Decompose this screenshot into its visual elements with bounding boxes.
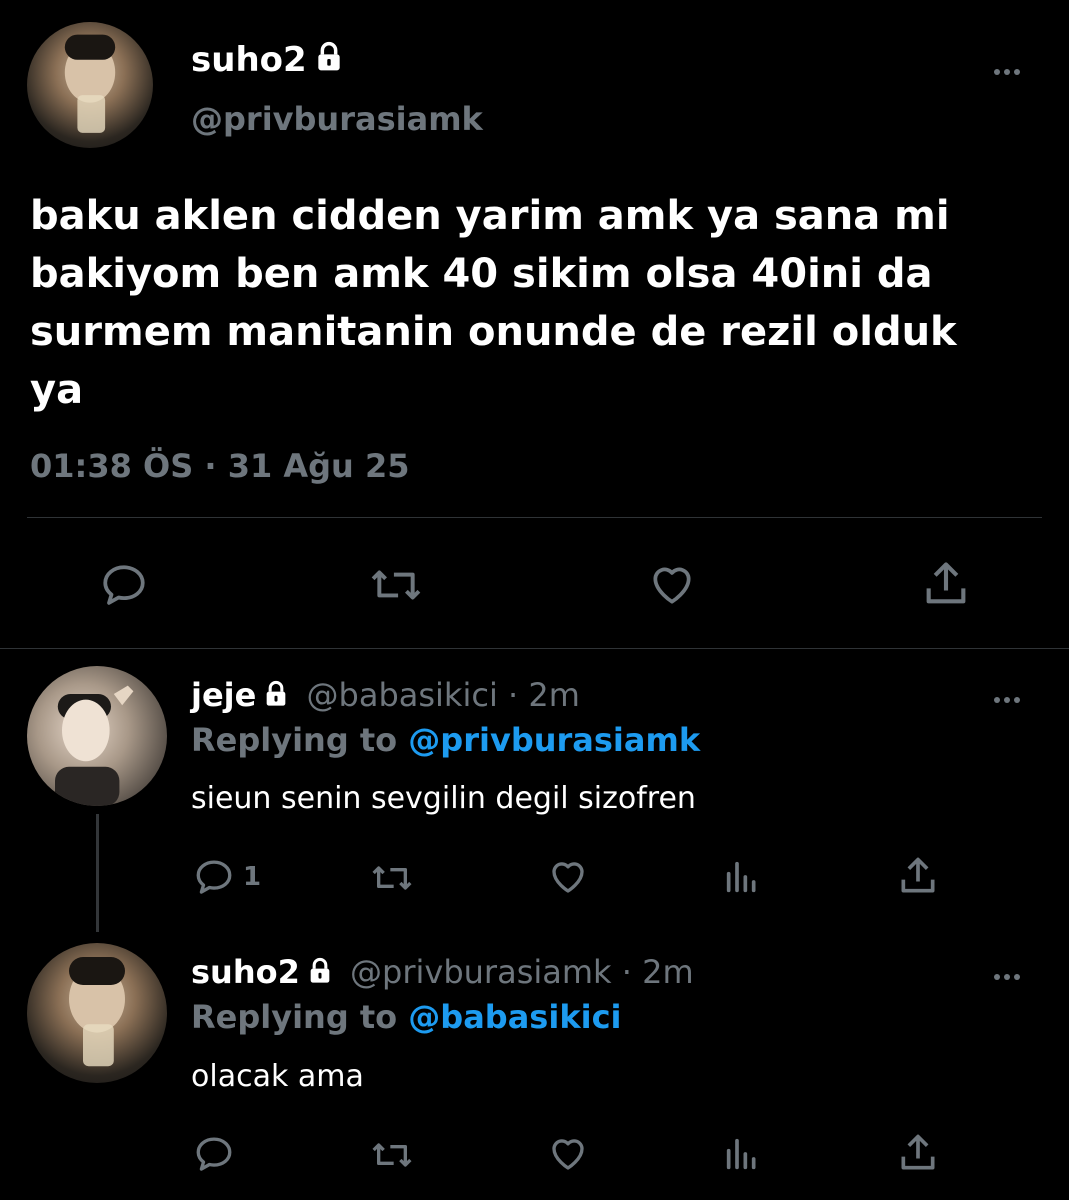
retweet-icon <box>372 1143 412 1167</box>
more-icon[interactable] <box>992 60 1022 79</box>
share-icon <box>926 562 966 604</box>
reply-time: 2m <box>528 676 580 714</box>
retweet-button[interactable] <box>366 560 426 610</box>
like-button[interactable] <box>546 856 590 898</box>
like-button[interactable] <box>546 1133 590 1175</box>
retweet-button[interactable] <box>367 1135 417 1175</box>
retweet-icon <box>372 866 412 890</box>
share-icon <box>901 857 935 893</box>
heart-icon <box>552 862 584 893</box>
separator: · <box>508 676 519 714</box>
lock-icon <box>313 40 345 84</box>
share-icon <box>901 1134 935 1170</box>
mention-link[interactable]: @babasikici <box>408 998 621 1036</box>
tweet-time: 01:38 ÖS <box>30 447 194 485</box>
tweet-text: baku aklen cidden yarim amk ya sana mi b… <box>30 187 957 419</box>
reply2-header[interactable]: suho2 @privburasiamk · 2m <box>191 950 694 996</box>
handle[interactable]: @privburasiamk <box>350 953 612 991</box>
tweet-timestamp[interactable]: 01:38 ÖS · 31 Ağu 25 <box>30 446 409 486</box>
reply-button[interactable]: 1 <box>193 856 261 898</box>
analytics-button[interactable] <box>722 1133 762 1175</box>
replying-to: Replying to @babasikici <box>191 995 622 1039</box>
heart-icon <box>552 1139 584 1170</box>
tweet-date: 31 Ağu 25 <box>227 447 410 485</box>
separator: · <box>204 447 217 485</box>
tweet-text-line: bakiyom ben amk 40 sikim olsa 40ini da <box>30 251 933 297</box>
reply-icon <box>196 1137 232 1171</box>
more-icon[interactable] <box>992 688 1022 707</box>
tweet-text-line: ya <box>30 367 84 413</box>
more-icon[interactable] <box>992 965 1022 984</box>
avatar-suho2[interactable] <box>27 22 153 148</box>
separator: · <box>621 953 632 991</box>
reply-text: sieun senin sevgilin degil sizofren <box>191 781 696 816</box>
reply-icon <box>103 565 145 605</box>
divider <box>27 517 1042 518</box>
replying-to: Replying to @privburasiamk <box>191 718 700 762</box>
retweet-icon <box>371 570 421 600</box>
replying-label: Replying to <box>191 721 398 759</box>
display-name: suho2 <box>191 953 300 991</box>
handle[interactable]: @babasikici <box>307 676 498 714</box>
retweet-button[interactable] <box>367 858 417 898</box>
reply-button[interactable] <box>193 1133 235 1175</box>
share-button[interactable] <box>920 558 972 610</box>
analytics-button[interactable] <box>722 856 762 898</box>
reply-button[interactable] <box>99 560 149 610</box>
reply1-header[interactable]: jeje @babasikici · 2m <box>191 673 580 719</box>
avatar-jeje[interactable] <box>27 666 167 806</box>
like-button[interactable] <box>646 560 698 610</box>
reply-text: olacak ama <box>191 1059 364 1094</box>
tweet-text-line: baku aklen cidden yarim amk ya sana mi <box>30 193 950 239</box>
share-button[interactable] <box>896 1131 940 1175</box>
heart-icon <box>653 567 691 604</box>
replying-label: Replying to <box>191 998 398 1036</box>
main-author[interactable]: suho2 <box>191 38 345 84</box>
lock-icon <box>306 952 334 996</box>
thread-line <box>96 814 99 932</box>
avatar-suho2[interactable] <box>27 943 167 1083</box>
tweet-text-line: surmem manitanin onunde de rezil olduk <box>30 309 957 355</box>
analytics-icon <box>726 1138 756 1170</box>
reply-icon <box>196 860 232 894</box>
reply-count: 1 <box>243 862 262 892</box>
reply-time: 2m <box>642 953 694 991</box>
display-name: suho2 <box>191 40 307 80</box>
share-button[interactable] <box>896 854 940 898</box>
divider <box>0 648 1069 649</box>
lock-icon <box>262 675 290 719</box>
mention-link[interactable]: @privburasiamk <box>408 721 700 759</box>
analytics-icon <box>726 861 756 893</box>
main-handle[interactable]: @privburasiamk <box>191 97 483 141</box>
display-name: jeje <box>191 676 257 714</box>
